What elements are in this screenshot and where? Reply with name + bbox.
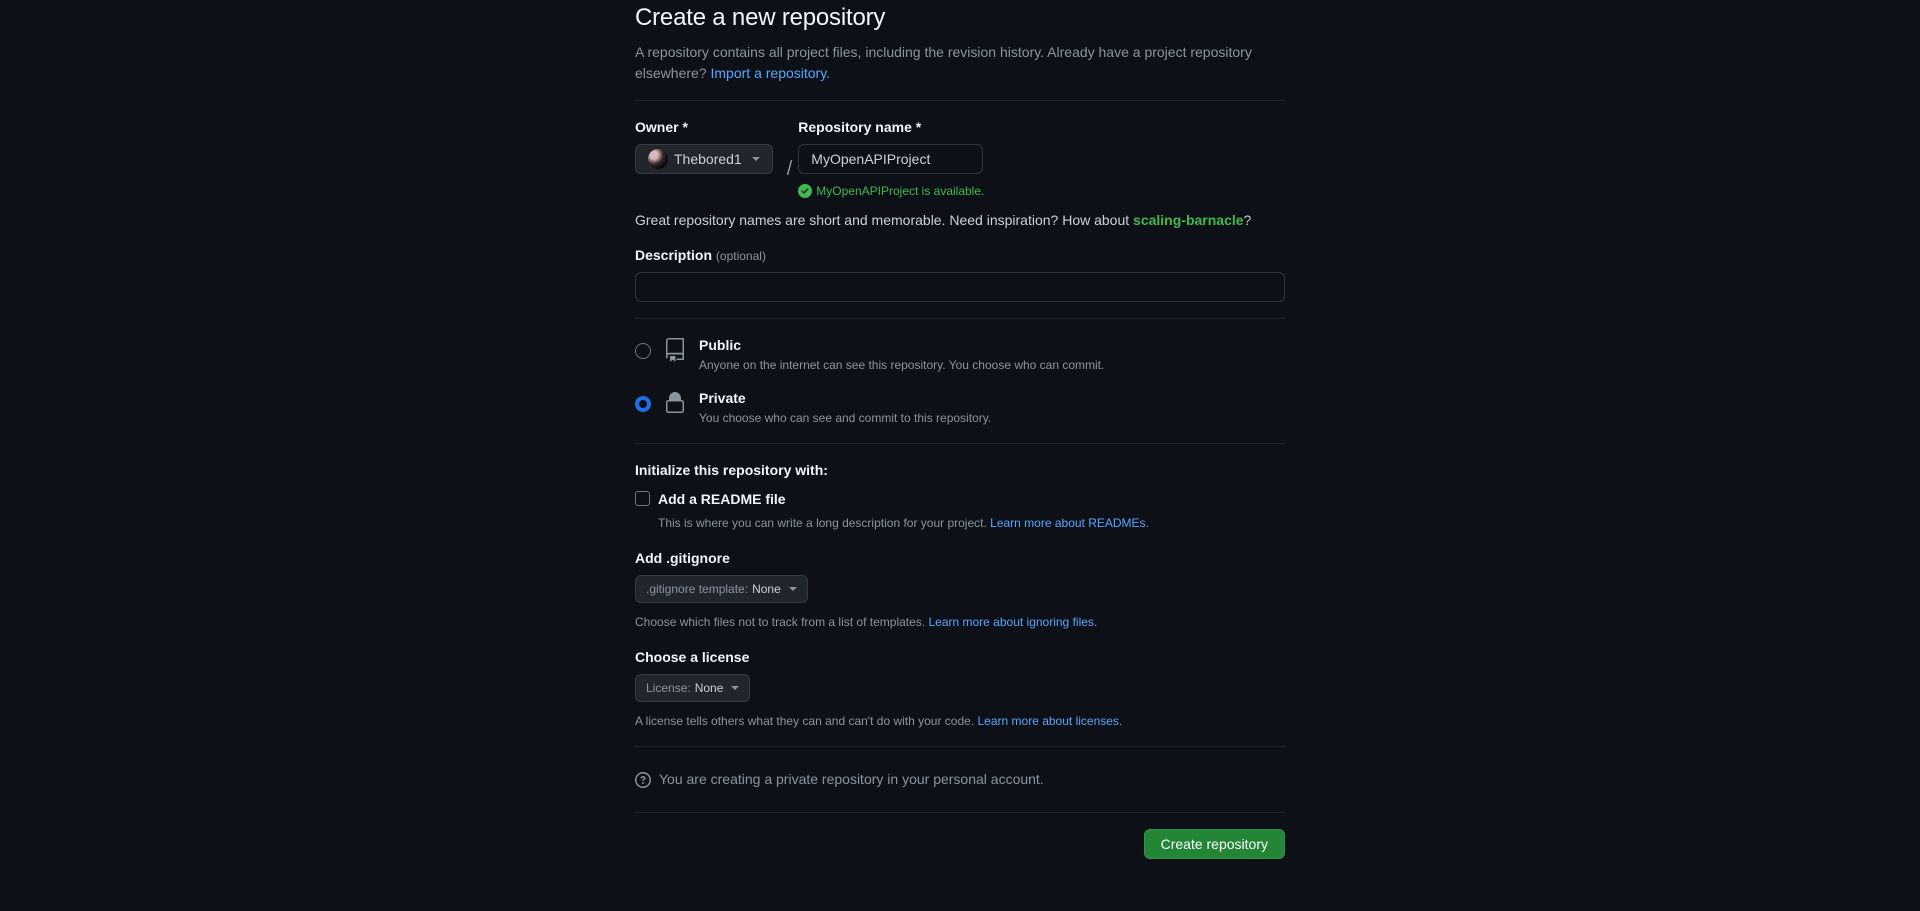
visibility-private-radio[interactable]	[635, 396, 651, 412]
repo-icon	[663, 338, 687, 368]
divider	[635, 812, 1285, 813]
avatar	[648, 149, 668, 169]
license-help-text: A license tells others what they can and…	[635, 714, 978, 728]
license-heading: Choose a license	[635, 647, 1285, 668]
learn-gitignore-link[interactable]: Learn more about ignoring files	[928, 615, 1093, 629]
owner-label: Owner *	[635, 117, 773, 138]
license-prefix: License:	[646, 681, 691, 695]
gitignore-value: None	[752, 582, 781, 596]
gitignore-select-button[interactable]: .gitignore template: None	[635, 575, 808, 603]
availability-text: MyOpenAPIProject is available.	[816, 182, 984, 200]
gitignore-prefix: .gitignore template:	[646, 582, 748, 596]
private-title: Private	[699, 390, 746, 406]
owner-name: Thebored1	[674, 151, 742, 167]
learn-license-link[interactable]: Learn more about licenses	[978, 714, 1119, 728]
creation-notice: You are creating a private repository in…	[635, 763, 1285, 796]
description-label: Description	[635, 247, 712, 263]
notice-text: You are creating a private repository in…	[659, 769, 1044, 790]
public-subtitle: Anyone on the internet can see this repo…	[699, 356, 1104, 374]
page-subhead: A repository contains all project files,…	[635, 42, 1285, 84]
gitignore-heading: Add .gitignore	[635, 548, 1285, 569]
slash-separator: /	[781, 154, 799, 184]
suggested-name[interactable]: scaling-barnacle	[1133, 212, 1244, 228]
license-select-button[interactable]: License: None	[635, 674, 750, 702]
page-title: Create a new repository	[635, 0, 1285, 36]
inspire-prefix: Great repository names are short and mem…	[635, 212, 1133, 228]
description-optional: (optional)	[716, 249, 766, 263]
license-help: A license tells others what they can and…	[635, 712, 1285, 730]
divider	[635, 746, 1285, 747]
create-repository-button[interactable]: Create repository	[1144, 829, 1285, 859]
gitignore-help-text: Choose which files not to track from a l…	[635, 615, 928, 629]
readme-help: This is where you can write a long descr…	[658, 514, 1285, 532]
divider	[635, 318, 1285, 319]
visibility-public-radio[interactable]	[635, 343, 651, 359]
check-circle-icon	[798, 184, 812, 198]
import-repository-link[interactable]: Import a repository.	[711, 65, 831, 81]
learn-readme-link[interactable]: Learn more about READMEs	[990, 516, 1145, 530]
repo-name-input[interactable]	[798, 144, 983, 174]
chevron-down-icon	[789, 587, 797, 591]
divider	[635, 443, 1285, 444]
info-icon	[635, 772, 651, 788]
description-input[interactable]	[635, 272, 1285, 302]
readme-help-text: This is where you can write a long descr…	[658, 516, 990, 530]
add-readme-label: Add a README file	[658, 489, 786, 510]
public-title: Public	[699, 337, 741, 353]
owner-select-button[interactable]: Thebored1	[635, 144, 773, 174]
private-subtitle: You choose who can see and commit to thi…	[699, 409, 991, 427]
license-value: None	[695, 681, 724, 695]
initialize-heading: Initialize this repository with:	[635, 460, 1285, 481]
chevron-down-icon	[752, 157, 760, 161]
availability-status: MyOpenAPIProject is available.	[798, 182, 984, 200]
lock-icon	[663, 391, 687, 421]
repo-name-label: Repository name *	[798, 117, 984, 138]
divider	[635, 100, 1285, 101]
name-inspiration: Great repository names are short and mem…	[635, 210, 1285, 231]
gitignore-help: Choose which files not to track from a l…	[635, 613, 1285, 631]
add-readme-checkbox[interactable]	[635, 491, 650, 506]
chevron-down-icon	[731, 686, 739, 690]
inspire-suffix: ?	[1244, 212, 1252, 228]
